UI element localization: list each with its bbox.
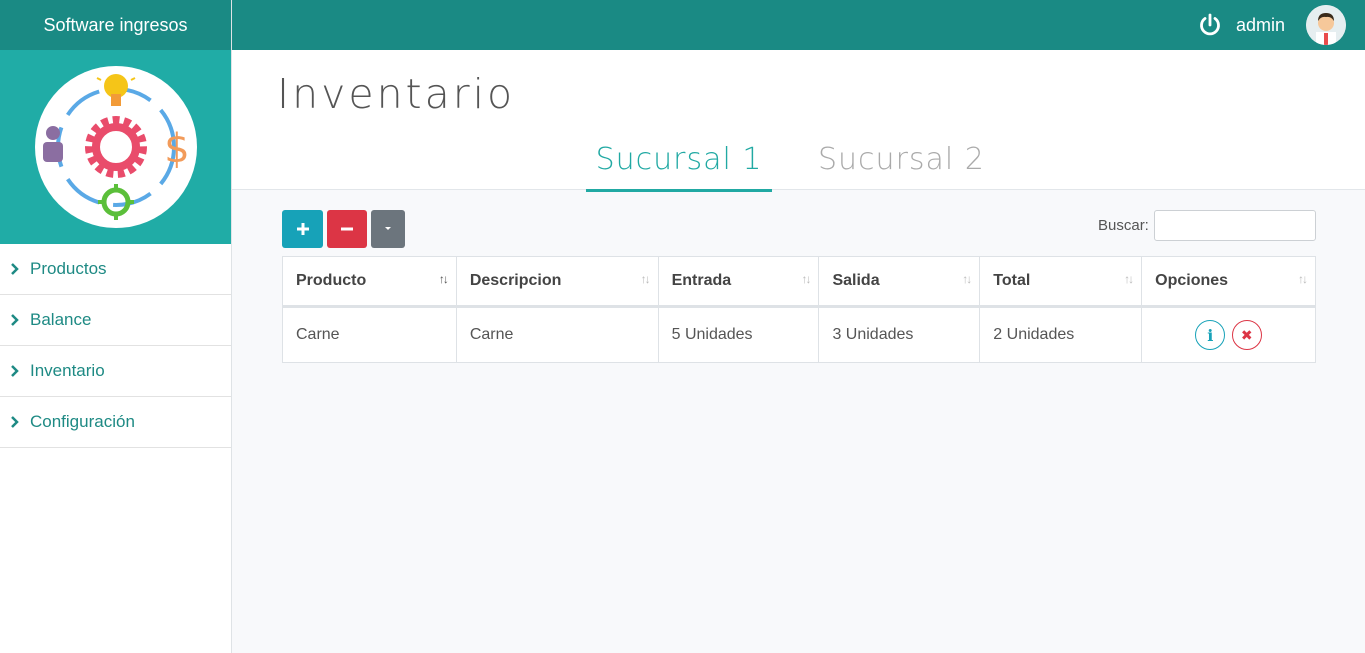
chevron-right-icon bbox=[10, 364, 24, 378]
username[interactable]: admin bbox=[1236, 15, 1285, 36]
cell-opciones: i ✖ bbox=[1141, 306, 1316, 363]
svg-text:$: $ bbox=[164, 126, 189, 172]
inventory-table: Producto ↑↓ Descripcion ↑↓ Entrada ↑↓ Salid… bbox=[282, 256, 1316, 363]
column-header-entrada[interactable]: Entrada ↑↓ bbox=[657, 256, 820, 308]
column-label: Entrada bbox=[671, 272, 732, 289]
logo-area: $ bbox=[0, 50, 231, 244]
avatar[interactable] bbox=[1306, 5, 1346, 45]
cell-salida: 3 Unidades bbox=[818, 306, 981, 363]
cell-entrada: 5 Unidades bbox=[657, 306, 820, 363]
minus-icon bbox=[341, 227, 353, 231]
chevron-right-icon bbox=[10, 262, 24, 276]
sidebar-item-balance[interactable]: Balance bbox=[0, 295, 231, 346]
search-input[interactable] bbox=[1154, 210, 1316, 241]
sidebar-item-label: Configuración bbox=[30, 412, 135, 431]
column-label: Producto bbox=[296, 272, 367, 289]
cell-producto: Carne bbox=[282, 306, 457, 363]
chevron-right-icon bbox=[10, 415, 24, 429]
column-header-salida[interactable]: Salida ↑↓ bbox=[818, 256, 981, 308]
column-label: Opciones bbox=[1155, 272, 1229, 289]
sort-asc-icon: ↑↓ bbox=[438, 272, 449, 286]
column-header-producto[interactable]: Producto ↑↓ bbox=[282, 256, 457, 308]
chevron-right-icon bbox=[10, 313, 24, 327]
tab-sucursal-2[interactable]: Sucursal 2 bbox=[818, 142, 985, 177]
sort-icon: ↑↓ bbox=[962, 272, 972, 286]
delete-button[interactable]: ✖ bbox=[1231, 320, 1262, 350]
search-label: Buscar: bbox=[1098, 217, 1149, 234]
top-bar: admin bbox=[232, 0, 1365, 50]
column-header-opciones[interactable]: Opciones ↑↓ bbox=[1141, 256, 1316, 308]
sidebar-item-configuracion[interactable]: Configuración bbox=[0, 397, 231, 448]
table-header-row: Producto ↑↓ Descripcion ↑↓ Entrada ↑↓ Salid… bbox=[282, 256, 1316, 308]
sidebar-item-productos[interactable]: Productos bbox=[0, 244, 231, 295]
cell-total: 2 Unidades bbox=[979, 306, 1143, 363]
add-button[interactable] bbox=[282, 210, 323, 248]
sort-icon: ↑↓ bbox=[640, 272, 651, 286]
sort-icon: ↑↓ bbox=[1124, 272, 1134, 286]
sidebar-item-label: Productos bbox=[30, 259, 107, 278]
power-icon[interactable] bbox=[1198, 13, 1222, 37]
cell-descripcion: Carne bbox=[455, 306, 659, 363]
column-header-total[interactable]: Total ↑↓ bbox=[979, 256, 1143, 308]
more-dropdown-button[interactable] bbox=[371, 210, 405, 248]
column-label: Salida bbox=[832, 272, 880, 289]
column-label: Total bbox=[993, 272, 1031, 289]
sidebar-item-label: Balance bbox=[30, 310, 92, 329]
sidebar-item-label: Inventario bbox=[30, 361, 105, 380]
info-button[interactable]: i bbox=[1195, 320, 1226, 350]
sidebar: Software ingresos $ Productos Balance In… bbox=[0, 0, 232, 653]
sort-icon: ↑↓ bbox=[1298, 272, 1308, 286]
header-panel: Inventario Sucursal 1 Sucursal 2 bbox=[232, 50, 1365, 192]
sidebar-item-inventario[interactable]: Inventario bbox=[0, 346, 231, 397]
plus-icon bbox=[296, 223, 309, 235]
brand-title: Software ingresos bbox=[0, 0, 231, 50]
sidebar-menu: Productos Balance Inventario Configuraci… bbox=[0, 244, 231, 448]
column-header-descripcion[interactable]: Descripcion ↑↓ bbox=[455, 256, 659, 308]
table-row: Carne Carne 5 Unidades 3 Unidades 2 Unid… bbox=[282, 306, 1316, 363]
tab-sucursal-1[interactable]: Sucursal 1 bbox=[586, 142, 772, 192]
page-title: Inventario bbox=[277, 70, 516, 118]
sort-icon: ↑↓ bbox=[801, 272, 811, 286]
caret-down-icon bbox=[385, 227, 391, 230]
app-logo: $ bbox=[34, 66, 197, 228]
column-label: Descripcion bbox=[469, 272, 562, 289]
remove-button[interactable] bbox=[327, 210, 367, 248]
